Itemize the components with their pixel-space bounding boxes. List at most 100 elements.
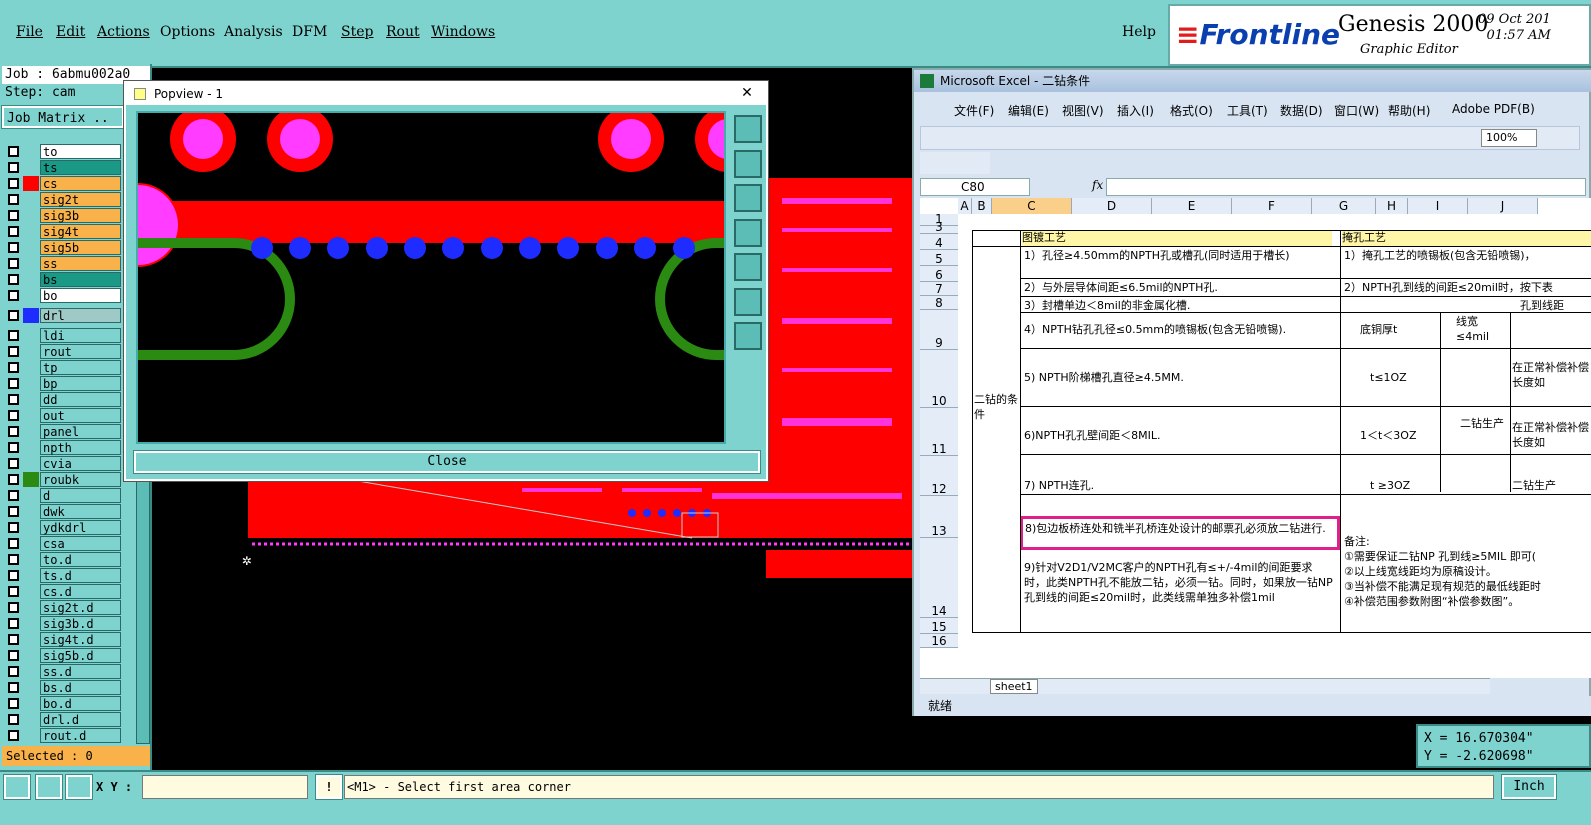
layer-color-swatch[interactable]	[23, 272, 39, 287]
excel-menu-insert[interactable]: 插入(I)	[1117, 102, 1154, 119]
excel-titlebar[interactable]: Microsoft Excel - 二钻条件	[914, 70, 1591, 92]
layer-row[interactable]: csa	[4, 536, 122, 551]
grid-icon[interactable]	[65, 774, 93, 800]
layer-color-swatch[interactable]	[23, 568, 39, 583]
layer-row[interactable]: bp	[4, 376, 122, 391]
layer-color-swatch[interactable]	[23, 696, 39, 711]
column-header[interactable]: C	[992, 198, 1072, 214]
layer-row[interactable]: d	[4, 488, 122, 503]
layer-color-swatch[interactable]	[23, 584, 39, 599]
pan-left-icon[interactable]	[734, 219, 762, 247]
layer-row[interactable]: dd	[4, 392, 122, 407]
zoom-out-icon[interactable]	[734, 288, 762, 316]
menu-dfm[interactable]: DFM	[292, 24, 327, 40]
layer-checkbox[interactable]	[8, 426, 19, 437]
layer-color-swatch[interactable]	[23, 424, 39, 439]
layer-row[interactable]: ydkdrl	[4, 520, 122, 535]
row-header[interactable]: 4	[920, 234, 958, 250]
layer-row[interactable]: bs.d	[4, 680, 122, 695]
unit-button[interactable]: Inch	[1501, 774, 1557, 800]
layer-row[interactable]: ss	[4, 256, 122, 271]
layer-checkbox[interactable]	[8, 474, 19, 485]
zoom-select[interactable]: 100%	[1481, 129, 1537, 147]
layer-row[interactable]: to.d	[4, 552, 122, 567]
layer-color-swatch[interactable]	[23, 176, 39, 191]
row-header[interactable]: 7	[920, 282, 958, 296]
cell-g11[interactable]: 1＜t＜3OZ	[1360, 428, 1430, 446]
cell-c9[interactable]: 4）NPTH钻孔孔径≤0.5mm的喷锡板(包含无铅喷锡).	[1024, 322, 1334, 340]
cell-c10[interactable]: 5) NPTH阶梯槽孔直径≥4.5MM.	[1024, 370, 1334, 388]
menu-help[interactable]: Help	[1122, 24, 1156, 40]
layer-color-swatch[interactable]	[23, 240, 39, 255]
cell-j10[interactable]: 在正常补偿补偿长度如	[1512, 360, 1591, 394]
layer-color-swatch[interactable]	[23, 632, 39, 647]
layer-color-swatch[interactable]	[23, 712, 39, 727]
sheet-tab[interactable]: sheet1	[990, 679, 1038, 694]
layer-checkbox[interactable]	[8, 650, 19, 661]
layer-checkbox[interactable]	[8, 226, 19, 237]
layer-checkbox[interactable]	[8, 394, 19, 405]
layer-row[interactable]: rout	[4, 344, 122, 359]
cell-c13[interactable]: 8)包边板桥连处和铣半孔桥连处设计的邮票孔必须放二钻进行.	[1020, 516, 1340, 550]
layer-row[interactable]: sig4t.d	[4, 632, 122, 647]
layer-color-swatch[interactable]	[23, 456, 39, 471]
cell-i11[interactable]: 二钻生产	[1460, 416, 1510, 446]
layer-color-swatch[interactable]	[23, 328, 39, 343]
menu-actions[interactable]: Actions	[97, 24, 150, 40]
layer-checkbox[interactable]	[8, 258, 19, 269]
cell-g13-notes[interactable]: 备注: ①需要保证二钻NP 孔到线≥5MIL 即可( ②以上线宽线距均为原稿设计…	[1344, 534, 1591, 630]
row-header[interactable]: 11	[920, 408, 958, 456]
layer-row[interactable]: sig2t	[4, 192, 122, 207]
layer-color-swatch[interactable]	[23, 344, 39, 359]
layer-checkbox[interactable]	[8, 698, 19, 709]
layer-row[interactable]: ts.d	[4, 568, 122, 583]
select-icon[interactable]	[3, 774, 31, 800]
cell-j11[interactable]: 在正常补偿补偿长度如	[1512, 420, 1591, 454]
layer-checkbox[interactable]	[8, 346, 19, 357]
layer-color-swatch[interactable]	[23, 288, 39, 303]
layer-checkbox[interactable]	[8, 506, 19, 517]
cell-g9[interactable]: 底铜厚t	[1360, 322, 1420, 340]
layer-color-swatch[interactable]	[23, 308, 39, 323]
layer-row[interactable]: to	[4, 144, 122, 159]
layer-checkbox[interactable]	[8, 490, 19, 501]
column-header[interactable]: F	[1232, 198, 1312, 214]
layer-row[interactable]: sig5b.d	[4, 648, 122, 663]
layer-row[interactable]: drl.d	[4, 712, 122, 727]
menu-rout[interactable]: Rout	[386, 24, 420, 40]
cell-c4[interactable]: 1）孔径≥4.50mm的NPTH孔或槽孔(同时适用于槽长)	[1024, 248, 1334, 266]
layer-color-swatch[interactable]	[23, 208, 39, 223]
layer-row[interactable]: bo.d	[4, 696, 122, 711]
layer-row[interactable]: roubk	[4, 472, 122, 487]
column-header[interactable]: J	[1468, 198, 1538, 214]
xy-input[interactable]	[142, 775, 308, 799]
column-header[interactable]: I	[1408, 198, 1468, 214]
row-header[interactable]: 9	[920, 310, 958, 350]
layer-checkbox[interactable]	[8, 410, 19, 421]
layer-color-swatch[interactable]	[23, 472, 39, 487]
layer-color-swatch[interactable]	[23, 648, 39, 663]
layer-row[interactable]: bo	[4, 288, 122, 303]
layer-checkbox[interactable]	[8, 602, 19, 613]
layer-checkbox[interactable]	[8, 378, 19, 389]
name-box[interactable]: C80	[920, 178, 1030, 196]
layer-row[interactable]: ldi	[4, 328, 122, 343]
layer-row[interactable]: dwk	[4, 504, 122, 519]
layer-color-swatch[interactable]	[23, 408, 39, 423]
layer-color-swatch[interactable]	[23, 616, 39, 631]
layer-row[interactable]: bs	[4, 272, 122, 287]
layer-color-swatch[interactable]	[23, 360, 39, 375]
layer-checkbox[interactable]	[8, 714, 19, 725]
layer-row[interactable]: sig3b.d	[4, 616, 122, 631]
layer-checkbox[interactable]	[8, 442, 19, 453]
menu-edit[interactable]: Edit	[56, 24, 85, 40]
menu-analysis[interactable]: Analysis	[224, 24, 283, 40]
layer-row[interactable]: tp	[4, 360, 122, 375]
zoom-fit-icon[interactable]	[734, 115, 762, 143]
layer-row[interactable]: rout.d	[4, 728, 122, 743]
layer-checkbox[interactable]	[8, 570, 19, 581]
layer-checkbox[interactable]	[8, 162, 19, 173]
layer-checkbox[interactable]	[8, 178, 19, 189]
layer-checkbox[interactable]	[8, 194, 19, 205]
row-header[interactable]: 15	[920, 618, 958, 634]
